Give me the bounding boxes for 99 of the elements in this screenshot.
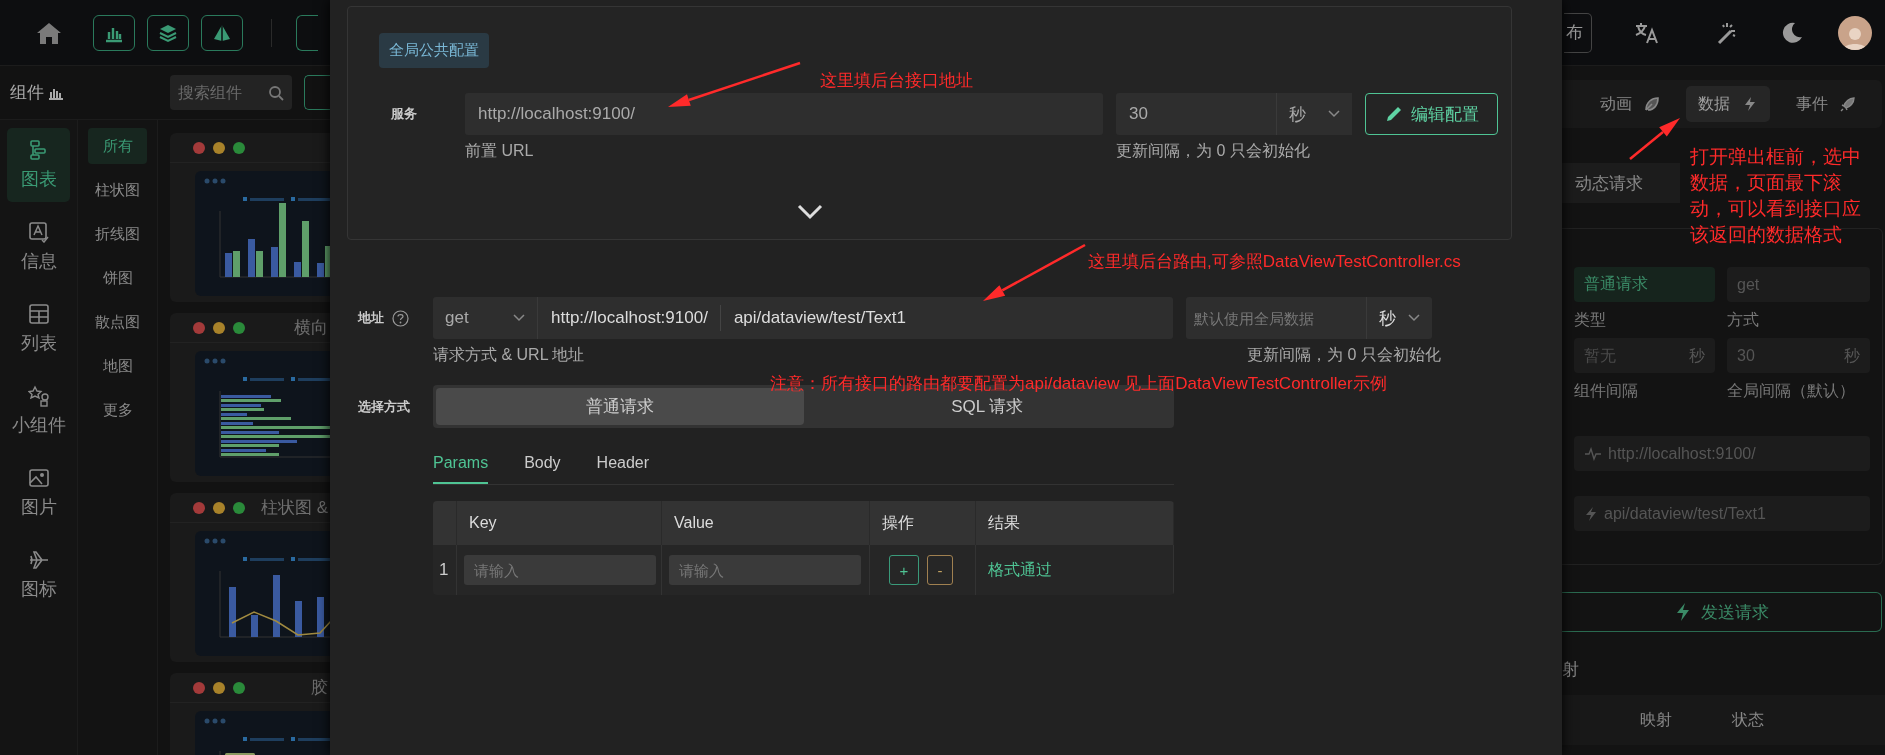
help-icon — [392, 309, 409, 327]
url-text: http://localhost:9100/ — [1608, 444, 1756, 463]
annotation-text: 打开弹出框前，选中数据，页面最下滚动，可以看到接口应该返回的数据格式 — [1690, 145, 1862, 247]
filter-tab[interactable]: 折线图 — [88, 216, 147, 252]
annotation-text: 这里填后台路由,可参照DataViewTestController.cs — [1088, 251, 1461, 273]
key-input[interactable]: 请输入 — [464, 555, 656, 585]
send-button[interactable]: 发送请求 — [1562, 592, 1882, 632]
chart-button[interactable] — [93, 14, 135, 51]
column-header: Value — [662, 501, 870, 545]
method-field: get — [1727, 267, 1870, 302]
status-text: 格式通过 — [988, 559, 1052, 580]
category-tab[interactable]: 图片 — [7, 456, 70, 530]
unit-select[interactable]: 秒 — [1365, 297, 1432, 339]
airplane-icon — [27, 549, 50, 571]
hint-text: 更新间隔，为 0 只会初始化 — [1247, 345, 1441, 365]
pencil-icon — [1384, 105, 1403, 123]
moon-icon[interactable] — [1780, 20, 1804, 45]
search-field[interactable]: 搜索组件 — [170, 75, 292, 110]
annotation-text: 这里填后台接口地址 — [820, 70, 973, 92]
field-label: 选择方式 — [358, 397, 411, 416]
component-card[interactable]: 横向 — [170, 313, 330, 482]
hint-text: 前置 URL — [465, 141, 535, 161]
rocket-icon — [1840, 96, 1856, 112]
category-tab[interactable]: 信息 — [7, 210, 70, 284]
caret-icon — [1328, 110, 1340, 118]
field-label: 方式 — [1727, 309, 1760, 330]
search-icon — [268, 85, 284, 101]
component-card[interactable]: 柱状图 & — [170, 493, 330, 662]
request-tab[interactable]: Body — [524, 444, 561, 484]
card-title: 横向 — [294, 317, 328, 339]
base-url-input[interactable]: http://localhost:9100/ — [465, 93, 1103, 135]
unit-select[interactable]: 秒 — [1276, 93, 1352, 135]
column-header: 结果 — [976, 501, 1174, 545]
column-header: Key — [457, 501, 662, 545]
category-tab[interactable]: 图表 — [7, 128, 70, 202]
component-card[interactable]: 胶 — [170, 673, 330, 755]
add-row-button[interactable]: + — [889, 555, 919, 585]
publish-button[interactable]: 布 — [1564, 12, 1592, 53]
image-icon — [27, 467, 50, 489]
panel-tab[interactable]: 事件 — [1784, 86, 1868, 122]
field-label: 全局间隔（默认） — [1727, 380, 1856, 401]
section-badge: 全局公共配置 — [379, 33, 489, 68]
unit-label: 秒 — [1844, 346, 1860, 366]
section-title: 射 — [1562, 659, 1580, 681]
lightning-icon — [1674, 602, 1691, 622]
layers-icon — [158, 22, 178, 43]
card-title: 柱状图 & — [260, 497, 328, 519]
panel-title: 组件 — [10, 82, 44, 104]
filter-tab[interactable]: 散点图 — [88, 304, 147, 340]
hint-text: 请求方式 & URL 地址 — [433, 345, 586, 365]
category-tab[interactable]: 列表 — [7, 292, 70, 366]
unit-label: 秒 — [1689, 346, 1705, 366]
path-input[interactable]: api/dataview/test/Text1 — [720, 297, 1173, 339]
component-card[interactable] — [170, 133, 330, 302]
table-icon — [27, 303, 50, 325]
prism-button[interactable] — [201, 14, 243, 51]
remove-row-button[interactable]: - — [927, 555, 953, 585]
prism-icon — [212, 22, 232, 43]
column-header: 映射 — [1640, 709, 1672, 730]
column-header: 操作 — [870, 501, 976, 545]
translate-icon[interactable] — [1635, 21, 1659, 44]
lightning-icon — [1742, 96, 1758, 112]
field-label: 地址 — [358, 309, 384, 327]
panel-tab[interactable]: 数据 — [1686, 86, 1770, 122]
category-tab[interactable]: 图标 — [7, 538, 70, 612]
caret-icon — [1407, 314, 1420, 322]
filter-tab[interactable]: 更多 — [88, 392, 147, 428]
leaf-icon — [1644, 96, 1660, 112]
panel-tab[interactable]: 动画 — [1588, 86, 1672, 122]
request-tab[interactable]: Header — [596, 444, 650, 484]
filter-tab[interactable]: 饼图 — [88, 260, 147, 296]
layers-button[interactable] — [147, 14, 189, 51]
chevron-down-icon[interactable] — [797, 204, 823, 220]
interval-input[interactable]: 30 — [1116, 93, 1276, 135]
field-label: 类型 — [1574, 309, 1607, 330]
text-image-icon — [27, 221, 50, 243]
source-select[interactable]: 动态请求 — [1562, 163, 1680, 203]
filter-tab[interactable]: 柱状图 — [88, 172, 147, 208]
request-type-tag[interactable]: 普通请求 — [1574, 267, 1715, 302]
home-icon — [36, 20, 62, 45]
value-input[interactable]: 请输入 — [669, 555, 861, 585]
field-label: 服务 — [390, 105, 418, 123]
interval-input[interactable]: 默认使用全局数据 — [1185, 297, 1366, 339]
avatar[interactable] — [1838, 15, 1872, 50]
row-number: 1 — [433, 545, 457, 595]
method-select[interactable]: get — [433, 297, 538, 339]
shapes-icon — [27, 385, 50, 407]
pulse-icon — [1584, 446, 1602, 461]
field-label: 组件间隔 — [1574, 380, 1639, 401]
column-header: 状态 — [1732, 709, 1764, 730]
filter-tab[interactable]: 地图 — [88, 348, 147, 384]
caret-icon — [513, 314, 525, 322]
category-tab[interactable]: 小组件 — [7, 374, 70, 448]
url-text: api/dataview/test/Text1 — [1604, 504, 1766, 523]
request-tab[interactable]: Params — [433, 444, 489, 484]
card-title: 胶 — [311, 677, 328, 699]
filter-tab[interactable]: 所有 — [88, 128, 147, 164]
hint-text: 更新间隔，为 0 只会初始化 — [1116, 141, 1310, 161]
edit-config-button[interactable]: 编辑配置 — [1365, 93, 1498, 135]
